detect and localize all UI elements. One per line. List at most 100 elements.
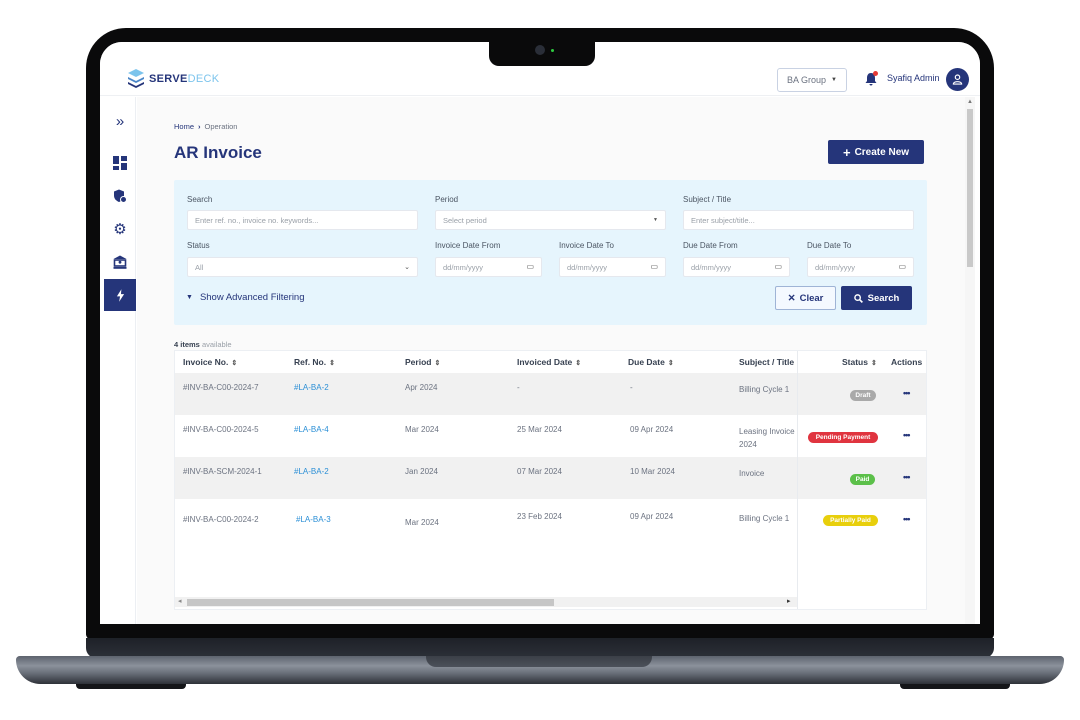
sidebar-item-settings[interactable]: ⚙ bbox=[104, 213, 136, 245]
app-screen: SERVEDECK BA Group ▼ Syafiq Admin » ⚙ Ho… bbox=[100, 42, 980, 624]
ref-number-link[interactable]: #LA-BA-3 bbox=[296, 515, 331, 524]
invoiced-date-cell: 25 Mar 2024 bbox=[517, 425, 562, 434]
column-header-due-date[interactable]: Due Date ⇕ bbox=[628, 357, 674, 367]
invoice-date-from-input[interactable]: dd/mm/yyyy ▭ bbox=[435, 257, 542, 277]
notification-button[interactable] bbox=[865, 71, 878, 86]
row-actions-menu-icon[interactable]: ••• bbox=[903, 472, 911, 482]
horizontal-scrollbar[interactable]: ◂ ▸ bbox=[175, 597, 797, 607]
vertical-scrollbar[interactable]: ▲ bbox=[965, 97, 975, 624]
user-name[interactable]: Syafiq Admin bbox=[887, 73, 940, 83]
column-label: Period bbox=[405, 357, 432, 367]
subject-label: Subject / Title bbox=[683, 195, 732, 204]
gear-icon: ⚙ bbox=[113, 221, 127, 238]
ref-number-link[interactable]: #LA-BA-4 bbox=[294, 425, 329, 434]
search-placeholder: Enter ref. no., invoice no. keywords... bbox=[195, 215, 319, 225]
status-select[interactable]: All ⌄ bbox=[187, 257, 418, 277]
horizontal-scroll-thumb[interactable] bbox=[187, 599, 554, 606]
brand-name-primary: SERVE bbox=[149, 73, 188, 85]
due-date-from-placeholder: dd/mm/yyyy bbox=[691, 262, 732, 272]
due-date-to-label: Due Date To bbox=[807, 241, 852, 250]
column-header-actions: Actions bbox=[891, 357, 922, 367]
sort-icon: ⇕ bbox=[434, 360, 441, 367]
vertical-scroll-thumb[interactable] bbox=[967, 109, 973, 267]
sidebar-item-operation[interactable] bbox=[104, 279, 136, 311]
due-date-from-input[interactable]: dd/mm/yyyy ▭ bbox=[683, 257, 790, 277]
sidebar-item-bank[interactable] bbox=[104, 246, 136, 278]
table-header: Invoice No. ⇕ Ref. No. ⇕ Period ⇕ Invoiced … bbox=[175, 351, 926, 373]
breadcrumb-home[interactable]: Home bbox=[174, 122, 194, 131]
subject-cell: Leasing Invoice 2024 bbox=[739, 427, 795, 449]
calendar-icon: ▭ bbox=[774, 262, 782, 271]
period-select[interactable]: Select period ▼ bbox=[435, 210, 666, 230]
table-row[interactable]: #INV-BA-C00-2024-7 #LA-BA-2 Apr 2024 - - Bill… bbox=[175, 373, 926, 415]
chevron-right-icon: › bbox=[198, 122, 201, 131]
search-input[interactable]: Enter ref. no., invoice no. keywords... bbox=[187, 210, 418, 230]
column-label: Status bbox=[842, 357, 868, 367]
plus-icon: + bbox=[842, 144, 851, 160]
sidebar-item-dashboard[interactable] bbox=[104, 147, 136, 179]
column-header-invoiced-date[interactable]: Invoiced Date ⇕ bbox=[517, 357, 581, 367]
sidebar-item-security[interactable] bbox=[104, 180, 136, 212]
period-label: Period bbox=[435, 195, 459, 204]
scroll-up-icon[interactable]: ▲ bbox=[967, 99, 973, 105]
calendar-icon: ▭ bbox=[898, 262, 906, 271]
due-date-to-placeholder: dd/mm/yyyy bbox=[815, 262, 856, 272]
laptop-hinge bbox=[86, 638, 994, 658]
advanced-filter-toggle[interactable]: ▼ Show Advanced Filtering bbox=[186, 292, 305, 303]
page-title: AR Invoice bbox=[174, 143, 262, 162]
column-header-subject: Subject / Title bbox=[739, 357, 794, 367]
column-header-ref-no[interactable]: Ref. No. ⇕ bbox=[294, 357, 335, 367]
laptop-base-groove bbox=[426, 656, 652, 667]
sidebar-expand-button[interactable]: » bbox=[104, 105, 136, 137]
sidebar: » ⚙ bbox=[100, 97, 136, 624]
table-row[interactable]: #INV-BA-SCM-2024-1 #LA-BA-2 Jan 2024 07 Mar… bbox=[175, 457, 926, 499]
scroll-left-icon[interactable]: ◂ bbox=[178, 597, 182, 605]
row-actions-menu-icon[interactable]: ••• bbox=[903, 430, 911, 440]
caret-down-icon: ▼ bbox=[831, 77, 837, 83]
column-header-invoice-no[interactable]: Invoice No. ⇕ bbox=[183, 357, 237, 367]
clear-button[interactable]: ✕ Clear bbox=[775, 286, 836, 310]
status-value: All bbox=[195, 262, 204, 272]
ref-number-link[interactable]: #LA-BA-2 bbox=[294, 467, 329, 476]
due-date-to-input[interactable]: dd/mm/yyyy ▭ bbox=[807, 257, 914, 277]
column-header-status[interactable]: Status ⇕ bbox=[842, 357, 877, 367]
row-actions-menu-icon[interactable]: ••• bbox=[903, 388, 911, 398]
period-cell: Mar 2024 bbox=[405, 425, 439, 434]
main-content: Home › Operation AR Invoice + Create New… bbox=[137, 97, 965, 624]
laptop-foot bbox=[900, 684, 1010, 689]
items-count-suffix: available bbox=[201, 340, 232, 349]
table-row[interactable]: #INV-BA-C00-2024-5 #LA-BA-4 Mar 2024 25 Mar… bbox=[175, 415, 926, 457]
column-label: Invoiced Date bbox=[517, 357, 573, 367]
lightning-icon bbox=[116, 288, 124, 302]
brand-logo[interactable]: SERVEDECK bbox=[127, 68, 219, 90]
shield-icon bbox=[114, 189, 127, 203]
scroll-right-icon[interactable]: ▸ bbox=[787, 597, 791, 605]
subject-input[interactable]: Enter subject/title... bbox=[683, 210, 914, 230]
dashboard-icon bbox=[113, 156, 127, 170]
subject-cell: Invoice bbox=[739, 469, 765, 478]
column-header-period[interactable]: Period ⇕ bbox=[405, 357, 440, 367]
laptop-foot bbox=[76, 684, 186, 689]
user-avatar[interactable] bbox=[946, 68, 969, 91]
status-label: Status bbox=[187, 241, 210, 250]
ref-number-link[interactable]: #LA-BA-2 bbox=[294, 383, 329, 392]
group-select[interactable]: BA Group ▼ bbox=[777, 68, 847, 92]
subject-cell: Billing Cycle 1 bbox=[739, 514, 790, 523]
sticky-column-divider bbox=[797, 351, 798, 609]
search-button[interactable]: Search bbox=[841, 286, 912, 310]
close-icon: ✕ bbox=[787, 292, 796, 304]
search-label-text: Search bbox=[867, 292, 900, 304]
camera-notch bbox=[489, 40, 595, 66]
laptop-mockup: SERVEDECK BA Group ▼ Syafiq Admin » ⚙ Ho… bbox=[0, 0, 1080, 720]
invoice-number-cell: #INV-BA-SCM-2024-1 bbox=[183, 467, 262, 476]
double-chevron-right-icon: » bbox=[115, 112, 125, 130]
row-actions-menu-icon[interactable]: ••• bbox=[903, 514, 911, 524]
due-date-cell: - bbox=[630, 383, 633, 392]
invoice-date-to-input[interactable]: dd/mm/yyyy ▭ bbox=[559, 257, 666, 277]
filter-panel: Search Enter ref. no., invoice no. keywo… bbox=[174, 180, 927, 325]
create-new-button[interactable]: + Create New bbox=[828, 140, 924, 164]
status-badge: Draft bbox=[850, 390, 876, 401]
breadcrumb: Home › Operation bbox=[174, 122, 237, 131]
table-row[interactable]: #INV-BA-C00-2024-2 #LA-BA-3 Mar 2024 23 Feb… bbox=[175, 499, 926, 559]
sort-icon: ⇕ bbox=[231, 360, 238, 367]
